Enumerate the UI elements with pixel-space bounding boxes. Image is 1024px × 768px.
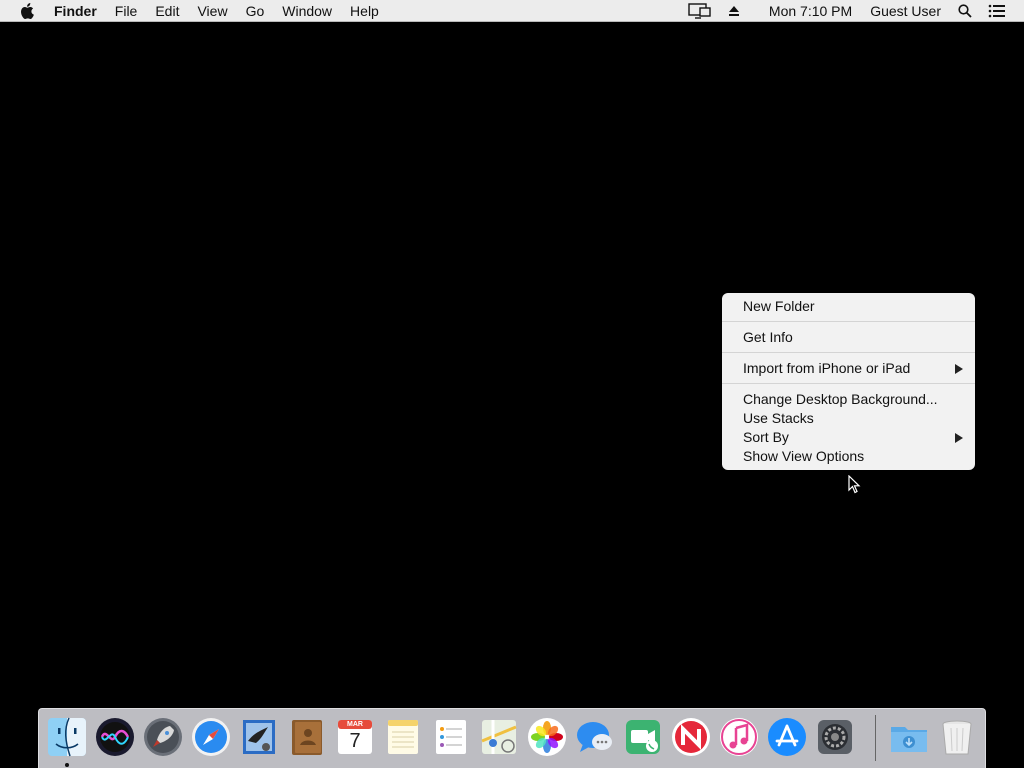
menu-item-label: Import from iPhone or iPad xyxy=(743,360,911,376)
mail-icon[interactable] xyxy=(239,717,279,757)
menu-item-get-info[interactable]: Get Info xyxy=(722,328,975,347)
eject-icon[interactable] xyxy=(720,0,748,22)
system-preferences-icon[interactable] xyxy=(815,717,855,757)
contacts-icon[interactable] xyxy=(287,717,327,757)
menu-clock[interactable]: Mon 7:10 PM xyxy=(760,0,861,22)
spotlight-search-icon[interactable] xyxy=(950,0,980,22)
menu-edit[interactable]: Edit xyxy=(146,0,188,22)
photos-icon[interactable] xyxy=(527,717,567,757)
menu-item-label: New Folder xyxy=(743,298,815,314)
safari-icon[interactable] xyxy=(191,717,231,757)
menu-separator xyxy=(722,383,975,384)
app-store-icon[interactable] xyxy=(767,717,807,757)
desktop-context-menu: New Folder Get Info Import from iPhone o… xyxy=(722,293,975,470)
running-indicator xyxy=(65,763,69,767)
apple-icon[interactable] xyxy=(16,2,38,19)
dock-divider xyxy=(875,715,876,761)
maps-icon[interactable] xyxy=(479,717,519,757)
menu-separator xyxy=(722,352,975,353)
menu-item-label: Sort By xyxy=(743,429,789,445)
mouse-pointer-icon xyxy=(848,474,862,495)
menu-help[interactable]: Help xyxy=(341,0,388,22)
messages-icon[interactable] xyxy=(575,717,615,757)
calendar-month: MAR xyxy=(347,721,363,728)
notification-center-icon[interactable] xyxy=(980,0,1014,22)
trash-icon[interactable] xyxy=(937,717,977,757)
menu-item-label: Show View Options xyxy=(743,448,865,464)
itunes-icon[interactable] xyxy=(719,717,759,757)
news-icon[interactable] xyxy=(671,717,711,757)
menu-user[interactable]: Guest User xyxy=(861,0,950,22)
downloads-folder-icon[interactable] xyxy=(889,717,929,757)
menu-item-show-view-options[interactable]: Show View Options xyxy=(722,447,975,466)
menu-window[interactable]: Window xyxy=(273,0,341,22)
notes-icon[interactable] xyxy=(383,717,423,757)
menu-go[interactable]: Go xyxy=(237,0,274,22)
dock: MAR 7 xyxy=(38,708,986,768)
submenu-arrow-icon xyxy=(955,433,963,443)
finder-icon[interactable] xyxy=(47,717,87,757)
menu-separator xyxy=(722,321,975,322)
menu-bar-right: Mon 7:10 PM Guest User xyxy=(680,0,1024,22)
menu-item-label: Use Stacks xyxy=(743,410,814,426)
menu-bar: Finder File Edit View Go Window Help Mon… xyxy=(0,0,1024,22)
menu-item-import-iphone[interactable]: Import from iPhone or iPad xyxy=(722,359,975,378)
reminders-icon[interactable] xyxy=(431,717,471,757)
display-mirroring-icon[interactable] xyxy=(680,0,720,22)
menu-file[interactable]: File xyxy=(106,0,147,22)
menu-item-label: Change Desktop Background... xyxy=(743,391,938,407)
menu-app-name[interactable]: Finder xyxy=(52,0,106,22)
menu-item-change-background[interactable]: Change Desktop Background... xyxy=(722,390,975,409)
menu-item-sort-by[interactable]: Sort By xyxy=(722,428,975,447)
siri-icon[interactable] xyxy=(95,717,135,757)
menu-view[interactable]: View xyxy=(188,0,236,22)
submenu-arrow-icon xyxy=(955,364,963,374)
calendar-day: 7 xyxy=(349,730,361,752)
facetime-icon[interactable] xyxy=(623,717,663,757)
calendar-icon[interactable]: MAR 7 xyxy=(335,717,375,757)
menu-item-use-stacks[interactable]: Use Stacks xyxy=(722,409,975,428)
menu-item-new-folder[interactable]: New Folder xyxy=(722,297,975,316)
menu-bar-left: Finder File Edit View Go Window Help xyxy=(0,0,388,22)
menu-item-label: Get Info xyxy=(743,329,793,345)
launchpad-icon[interactable] xyxy=(143,717,183,757)
